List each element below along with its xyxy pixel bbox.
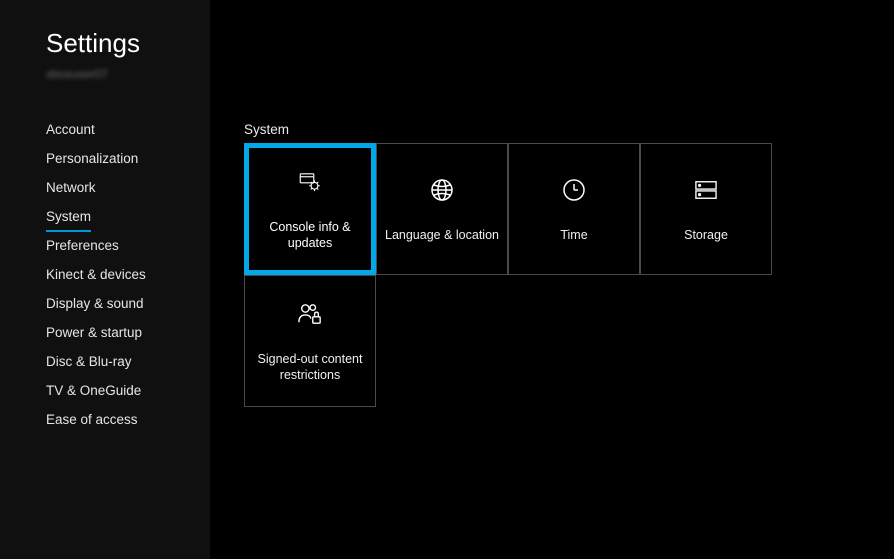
tile-time[interactable]: Time: [508, 143, 640, 275]
storage-icon: [691, 175, 721, 205]
page-title: Settings: [46, 28, 210, 59]
sidebar: Settings xboxuser07 Account Personalizat…: [0, 0, 210, 559]
sidebar-item-label: Account: [46, 122, 95, 137]
sidebar-item-power-startup[interactable]: Power & startup: [46, 318, 210, 347]
sidebar-item-tv-oneguide[interactable]: TV & OneGuide: [46, 376, 210, 405]
sidebar-item-ease-of-access[interactable]: Ease of access: [46, 405, 210, 434]
user-gamertag: xboxuser07: [46, 67, 210, 81]
tile-console-info-updates[interactable]: Console info & updates: [244, 143, 376, 275]
tile-language-location[interactable]: Language & location: [376, 143, 508, 275]
tile-grid: Console info & updates Language & locati…: [244, 143, 784, 407]
clock-icon: [559, 175, 589, 205]
sidebar-item-display-sound[interactable]: Display & sound: [46, 289, 210, 318]
sidebar-item-label: Disc & Blu-ray: [46, 354, 132, 369]
console-gear-icon: [295, 167, 325, 197]
sidebar-nav: Account Personalization Network System P…: [46, 115, 210, 434]
sidebar-item-personalization[interactable]: Personalization: [46, 144, 210, 173]
sidebar-item-account[interactable]: Account: [46, 115, 210, 144]
tile-label: Storage: [676, 227, 736, 243]
sidebar-item-system[interactable]: System: [46, 202, 210, 231]
tile-label: Console info & updates: [249, 219, 371, 252]
sidebar-item-label: Display & sound: [46, 296, 144, 311]
sidebar-item-kinect-devices[interactable]: Kinect & devices: [46, 260, 210, 289]
main-content: System Console info & updates: [210, 0, 894, 559]
tile-label: Language & location: [377, 227, 507, 243]
sidebar-item-label: System: [46, 209, 91, 232]
sidebar-item-label: Network: [46, 180, 96, 195]
sidebar-item-disc-bluray[interactable]: Disc & Blu-ray: [46, 347, 210, 376]
sidebar-item-label: TV & OneGuide: [46, 383, 141, 398]
sidebar-item-label: Power & startup: [46, 325, 142, 340]
sidebar-item-label: Personalization: [46, 151, 138, 166]
globe-icon: [427, 175, 457, 205]
sidebar-item-preferences[interactable]: Preferences: [46, 231, 210, 260]
sidebar-item-label: Ease of access: [46, 412, 138, 427]
tile-storage[interactable]: Storage: [640, 143, 772, 275]
sidebar-item-label: Kinect & devices: [46, 267, 146, 282]
sidebar-item-label: Preferences: [46, 238, 119, 253]
tile-label: Signed-out content restrictions: [245, 351, 375, 384]
people-lock-icon: [295, 299, 325, 329]
sidebar-item-network[interactable]: Network: [46, 173, 210, 202]
tile-label: Time: [552, 227, 595, 243]
section-title: System: [244, 122, 894, 137]
tile-signed-out-restrictions[interactable]: Signed-out content restrictions: [244, 275, 376, 407]
